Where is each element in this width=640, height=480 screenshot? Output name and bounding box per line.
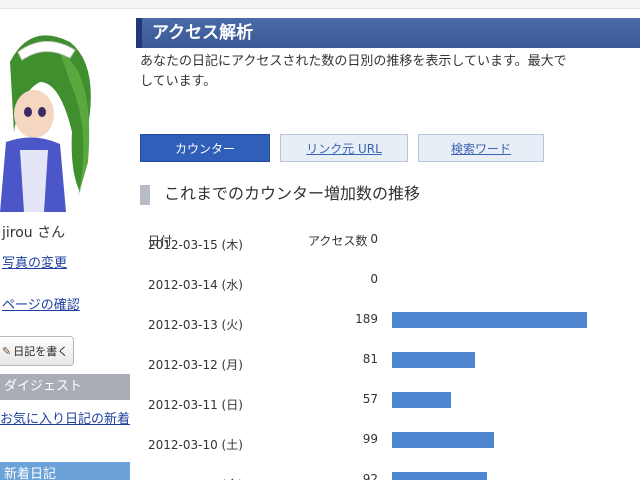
row-bar xyxy=(392,312,587,328)
write-diary-label: 日記を書く xyxy=(13,345,69,358)
row-count: 0 xyxy=(370,232,378,246)
sidebar: jirou さん 写真の変更 ページの確認 ✎ 日記を書く ダイジェスト お気に入… xyxy=(0,10,130,480)
row-date: 2012-03-12 (月) xyxy=(148,358,243,372)
page: jirou さん 写真の変更 ページの確認 ✎ 日記を書く ダイジェスト お気に入… xyxy=(0,0,640,480)
description-line-2: しています。 xyxy=(140,74,217,89)
section-title-text: これまでのカウンター増加数の推移 xyxy=(164,184,421,203)
row-count: 57 xyxy=(362,392,378,406)
row-bar xyxy=(392,472,487,480)
row-bar xyxy=(392,392,451,408)
user-name: jirou さん xyxy=(2,225,66,241)
main-content: アクセス解析 あなたの日記にアクセスされた数の日別の推移を表示しています。最大で… xyxy=(136,18,640,480)
avatar[interactable] xyxy=(0,22,100,212)
page-title: アクセス解析 xyxy=(136,18,640,48)
digest-header: ダイジェスト xyxy=(0,374,130,400)
favorite-diary-link[interactable]: お気に入り日記の新着 xyxy=(0,408,130,427)
row-count: 189 xyxy=(355,312,378,326)
change-photo-link[interactable]: 写真の変更 xyxy=(2,252,67,271)
description: あなたの日記にアクセスされた数の日別の推移を表示しています。最大で しています。 xyxy=(140,52,640,92)
row-date: 2012-03-09 (金) xyxy=(148,476,243,480)
row-date: 2012-03-14 (水) xyxy=(148,278,243,292)
row-bar xyxy=(392,432,494,448)
row-count: 0 xyxy=(370,272,378,286)
tab-referrer-url[interactable]: リンク元 URL xyxy=(280,134,408,162)
row-date: 2012-03-10 (土) xyxy=(148,438,243,452)
tab-counter[interactable]: カウンター xyxy=(140,134,270,162)
new-diary-header: 新着日記 xyxy=(0,462,130,480)
section-marker xyxy=(140,184,150,205)
write-diary-button[interactable]: ✎ 日記を書く xyxy=(0,336,74,366)
row-count: 81 xyxy=(362,352,378,366)
row-date: 2012-03-11 (日) xyxy=(148,398,243,412)
description-line-1: あなたの日記にアクセスされた数の日別の推移を表示しています。最大で xyxy=(140,54,567,69)
row-bar xyxy=(392,352,475,368)
tab-search-words[interactable]: 検索ワード xyxy=(418,134,544,162)
section-title: これまでのカウンター増加数の推移 xyxy=(140,182,420,206)
pencil-icon: ✎ xyxy=(2,345,12,358)
top-strip xyxy=(0,0,640,9)
row-count: 92 xyxy=(362,472,378,480)
row-date: 2012-03-13 (火) xyxy=(148,318,243,332)
row-date: 2012-03-15 (木) xyxy=(148,238,243,252)
row-count: 99 xyxy=(362,432,378,446)
view-page-link[interactable]: ページの確認 xyxy=(2,294,80,313)
